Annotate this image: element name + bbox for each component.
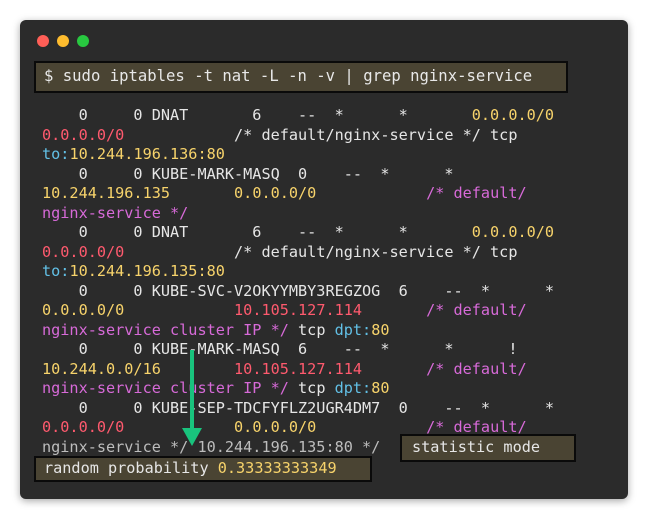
output-segment: 10.244.196.135 <box>42 184 171 202</box>
terminal-output-line: 0 0 KUBE-MARK-MASQ 6 -- * * ! <box>42 340 554 360</box>
output-segment: to: <box>42 145 70 163</box>
output-segment: nginx-service */ <box>42 203 189 222</box>
terminal-output-line: nginx-service */ <box>42 204 554 224</box>
output-segment: dpt: <box>334 320 372 339</box>
output-segment: /* default/ <box>426 184 527 202</box>
output-segment: /* default/ <box>426 359 527 378</box>
output-segment: 80 <box>371 379 390 397</box>
output-segment: /* default/ <box>426 301 527 319</box>
output-segment: 10.105.127.114 <box>234 359 363 378</box>
terminal-output-line: 0 0 KUBE-SVC-V2OKYYMBY3REGZOG 6 -- * * <box>42 282 554 302</box>
output-segment: 10.244.0.0/16 <box>42 359 161 378</box>
output-segment: 0.0.0.0/0 <box>42 242 125 261</box>
output-segment <box>124 301 234 319</box>
minimize-window-button[interactable] <box>57 35 69 47</box>
output-segment: nginx-service cluster IP */ <box>42 320 289 339</box>
output-segment: /* default/nginx-service */ tcp <box>124 125 518 144</box>
output-segment: to: <box>42 262 70 280</box>
output-segment: 0 0 KUBE-SEP-TDCFYFLZ2UGR4DM7 0 -- * * <box>42 398 555 417</box>
output-segment: 0.0.0.0/0 <box>42 301 125 319</box>
terminal-output-line: 0.0.0.0/0 /* default/nginx-service */ tc… <box>42 126 554 146</box>
random-probability-label: random probability <box>44 459 209 477</box>
terminal-output-line: nginx-service cluster IP */ tcp dpt:80 <box>42 321 554 341</box>
output-segment <box>124 418 234 436</box>
terminal-output-line: 10.244.196.135 0.0.0.0/0 /* default/ <box>42 184 554 204</box>
arrow-head-icon <box>182 428 202 446</box>
output-segment: 0.0.0.0/0 <box>471 223 555 241</box>
random-probability-line: random probability 0.33333333349 <box>44 459 337 479</box>
output-segment: 0 0 KUBE-MARK-MASQ 6 -- * * ! <box>42 340 518 358</box>
output-segment: 0.0.0.0/0 <box>234 418 317 436</box>
close-window-button[interactable] <box>37 35 49 47</box>
output-segment: tcp <box>288 379 335 397</box>
terminal-output-line: 0 0 KUBE-SEP-TDCFYFLZ2UGR4DM7 0 -- * * <box>42 399 554 419</box>
output-segment <box>316 184 426 202</box>
terminal-output-line: 0 0 DNAT 6 -- * * 0.0.0.0/0 <box>42 223 555 243</box>
output-segment: 80 <box>371 320 390 339</box>
terminal-output-line: to:10.244.196.136:80 <box>42 145 554 165</box>
down-arrow-icon <box>190 350 194 432</box>
terminal-output-line: nginx-service cluster IP */ tcp dpt:80 <box>42 379 554 399</box>
output-segment <box>161 360 234 378</box>
maximize-window-button[interactable] <box>77 35 89 47</box>
terminal-window: $ sudo iptables -t nat -L -n -v | grep n… <box>20 20 628 499</box>
output-segment <box>170 184 234 202</box>
terminal-output-line: to:10.244.196.135:80 <box>42 262 554 282</box>
output-segment: 10.244.196.135:80 <box>69 262 225 280</box>
terminal-output-line: 0 0 KUBE-MARK-MASQ 0 -- * * <box>42 165 554 185</box>
output-segment: 0.0.0.0/0 <box>234 184 317 202</box>
statistic-mode-text: statistic mode <box>412 438 541 456</box>
output-segment: nginx-service */ 10.244.196.135:80 */ <box>42 437 381 456</box>
terminal-output-line: 0 0 DNAT 6 -- * * 0.0.0.0/0 <box>42 106 555 126</box>
command-line: $ sudo iptables -t nat -L -n -v | grep n… <box>44 67 533 85</box>
terminal-output: 0 0 DNAT 6 -- * * 0.0.0.0/0 0.0.0.0/0 /* … <box>42 106 554 457</box>
output-segment: 10.244.196.136:80 <box>69 145 225 163</box>
output-segment <box>362 301 426 319</box>
output-segment: 0.0.0.0/0 <box>471 106 555 124</box>
output-segment: 0.0.0.0/0 <box>42 125 125 144</box>
output-segment: nginx-service cluster IP */ <box>42 379 289 397</box>
output-segment: 0 0 KUBE-SVC-V2OKYYMBY3REGZOG 6 -- * * <box>42 281 555 300</box>
output-segment: 0.0.0.0/0 <box>42 418 125 436</box>
terminal-output-line: 0.0.0.0/0 10.105.127.114 /* default/ <box>42 301 554 321</box>
output-segment: 0 0 DNAT 6 -- * * <box>42 223 472 241</box>
output-segment: 0 0 KUBE-MARK-MASQ 0 -- * * <box>42 164 454 183</box>
terminal-output-line: 0.0.0.0/0 /* default/nginx-service */ tc… <box>42 243 554 263</box>
output-segment <box>362 360 426 378</box>
terminal-output-line: 10.244.0.0/16 10.105.127.114 /* default/ <box>42 360 554 380</box>
output-segment: 0 0 DNAT 6 -- * * <box>42 106 472 124</box>
output-segment: tcp <box>288 320 335 339</box>
output-segment: dpt: <box>334 379 372 397</box>
output-segment: /* default/nginx-service */ tcp <box>124 242 518 261</box>
output-segment: 10.105.127.114 <box>234 301 363 319</box>
random-probability-value: 0.33333333349 <box>217 459 337 477</box>
